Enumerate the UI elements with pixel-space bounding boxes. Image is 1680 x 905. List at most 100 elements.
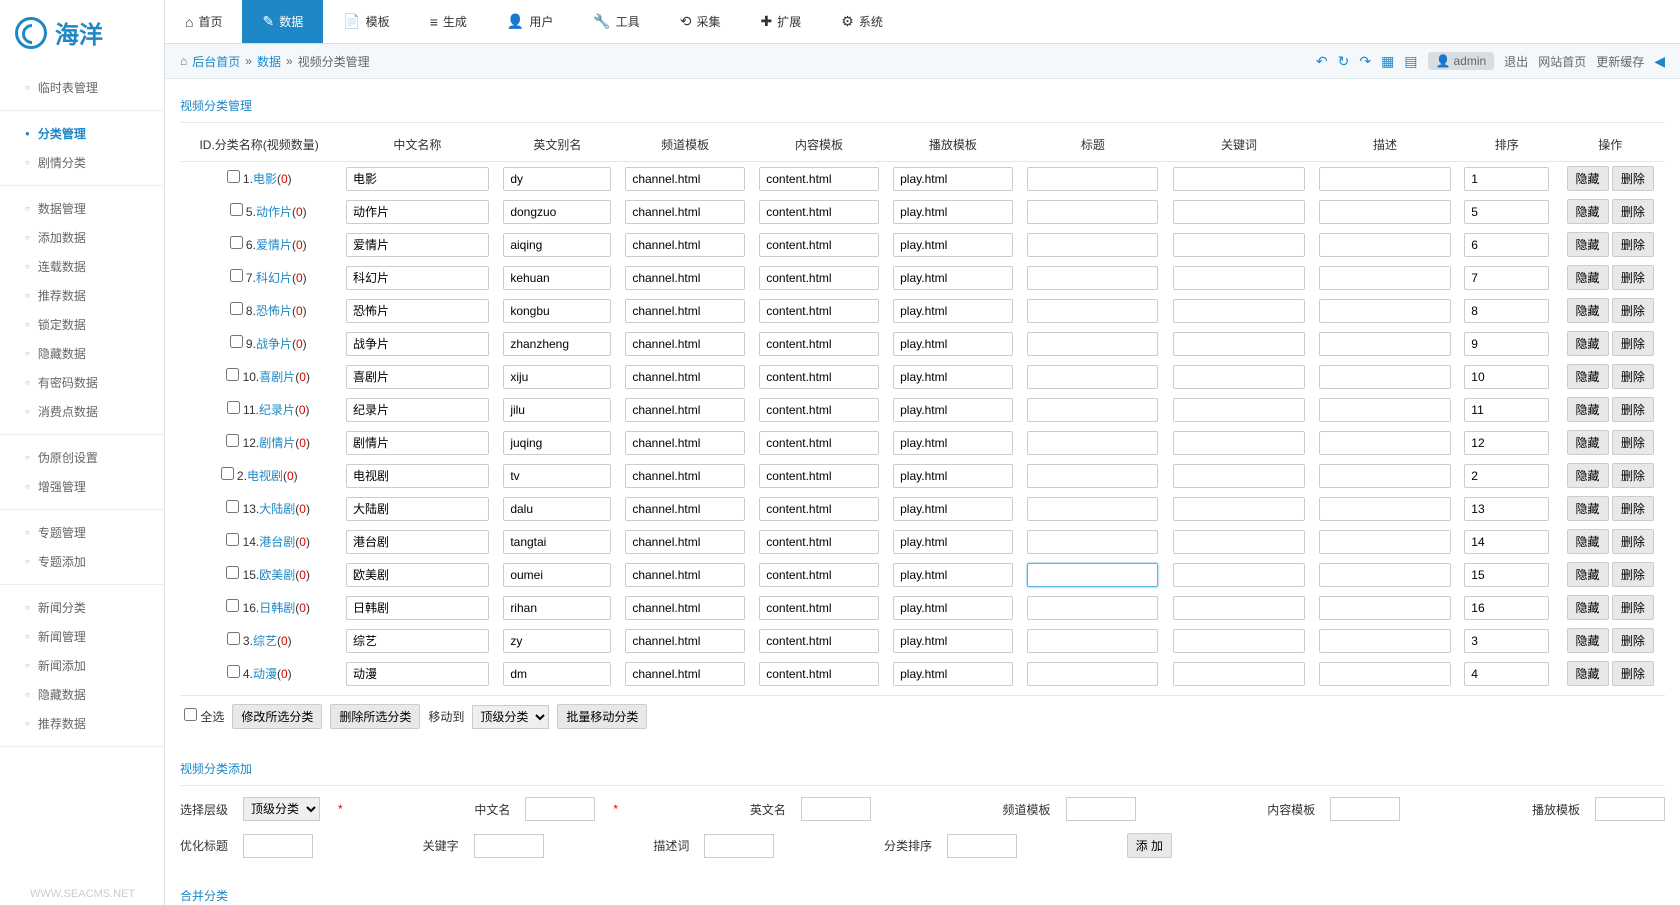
refresh-cache-link[interactable]: 更新缓存 xyxy=(1596,53,1644,70)
hide-button[interactable]: 隐藏 xyxy=(1567,496,1609,521)
category-link[interactable]: 剧情片 xyxy=(259,436,295,450)
cell-input-k[interactable] xyxy=(1173,662,1304,686)
cell-input-pl[interactable] xyxy=(893,299,1013,323)
hide-button[interactable]: 隐藏 xyxy=(1567,166,1609,191)
cell-input-ct[interactable] xyxy=(759,530,879,554)
cell-input-t[interactable] xyxy=(1027,398,1158,422)
hide-button[interactable]: 隐藏 xyxy=(1567,298,1609,323)
row-checkbox[interactable] xyxy=(230,236,243,249)
cell-input-ch[interactable] xyxy=(625,398,745,422)
cell-input-t[interactable] xyxy=(1027,596,1158,620)
sidebar-item[interactable]: 隐藏数据 xyxy=(0,339,164,368)
row-checkbox[interactable] xyxy=(226,500,239,513)
hide-button[interactable]: 隐藏 xyxy=(1567,430,1609,455)
cell-input-d[interactable] xyxy=(1319,332,1450,356)
logout-link[interactable]: 退出 xyxy=(1504,53,1528,70)
cell-input-pl[interactable] xyxy=(893,233,1013,257)
topnav-item-4[interactable]: 👤用户 xyxy=(487,0,573,43)
sidebar-item[interactable]: 新闻分类 xyxy=(0,593,164,622)
category-link[interactable]: 喜剧片 xyxy=(259,370,295,384)
row-checkbox[interactable] xyxy=(230,269,243,282)
cell-input-t[interactable] xyxy=(1027,299,1158,323)
cell-input-d[interactable] xyxy=(1319,596,1450,620)
cell-input-cn[interactable] xyxy=(346,398,489,422)
cell-input-s[interactable] xyxy=(1464,662,1549,686)
add-channel-tpl-input[interactable] xyxy=(1066,797,1136,821)
cell-input-en[interactable] xyxy=(503,233,611,257)
cell-input-s[interactable] xyxy=(1464,596,1549,620)
cell-input-pl[interactable] xyxy=(893,431,1013,455)
sidebar-item[interactable]: 新闻添加 xyxy=(0,651,164,680)
cell-input-pl[interactable] xyxy=(893,563,1013,587)
cell-input-ct[interactable] xyxy=(759,464,879,488)
cell-input-ch[interactable] xyxy=(625,530,745,554)
cell-input-ct[interactable] xyxy=(759,200,879,224)
cell-input-t[interactable] xyxy=(1027,629,1158,653)
cell-input-k[interactable] xyxy=(1173,200,1304,224)
cell-input-cn[interactable] xyxy=(346,596,489,620)
sidebar-item[interactable]: 隐藏数据 xyxy=(0,680,164,709)
cell-input-s[interactable] xyxy=(1464,464,1549,488)
add-desc-input[interactable] xyxy=(704,834,774,858)
level-select[interactable]: 顶级分类 xyxy=(243,797,320,821)
sidebar-item[interactable]: 临时表管理 xyxy=(0,73,164,102)
cell-input-k[interactable] xyxy=(1173,233,1304,257)
cell-input-t[interactable] xyxy=(1027,200,1158,224)
cell-input-ch[interactable] xyxy=(625,431,745,455)
cell-input-pl[interactable] xyxy=(893,398,1013,422)
category-link[interactable]: 综艺 xyxy=(253,634,277,648)
add-title-input[interactable] xyxy=(243,834,313,858)
hide-button[interactable]: 隐藏 xyxy=(1567,628,1609,653)
cell-input-en[interactable] xyxy=(503,431,611,455)
cell-input-pl[interactable] xyxy=(893,662,1013,686)
cell-input-cn[interactable] xyxy=(346,530,489,554)
cell-input-pl[interactable] xyxy=(893,365,1013,389)
topnav-item-3[interactable]: ≡生成 xyxy=(410,0,487,43)
cell-input-ct[interactable] xyxy=(759,398,879,422)
cell-input-en[interactable] xyxy=(503,530,611,554)
row-checkbox[interactable] xyxy=(230,335,243,348)
cell-input-k[interactable] xyxy=(1173,365,1304,389)
add-en-input[interactable] xyxy=(801,797,871,821)
cell-input-cn[interactable] xyxy=(346,266,489,290)
sidebar-item[interactable]: 推荐数据 xyxy=(0,709,164,738)
cell-input-d[interactable] xyxy=(1319,299,1450,323)
batch-move-button[interactable]: 批量移动分类 xyxy=(557,704,647,729)
cell-input-cn[interactable] xyxy=(346,464,489,488)
cell-input-ct[interactable] xyxy=(759,233,879,257)
add-sort-input[interactable] xyxy=(947,834,1017,858)
cell-input-s[interactable] xyxy=(1464,563,1549,587)
bulk-edit-button[interactable]: 修改所选分类 xyxy=(232,704,322,729)
sidebar-item[interactable]: 增强管理 xyxy=(0,472,164,501)
sidebar-item[interactable]: 消费点数据 xyxy=(0,397,164,426)
grid-icon[interactable]: ▤ xyxy=(1404,53,1417,70)
sidebar-item[interactable]: 专题管理 xyxy=(0,518,164,547)
delete-button[interactable]: 删除 xyxy=(1612,331,1654,356)
category-link[interactable]: 港台剧 xyxy=(259,535,295,549)
delete-button[interactable]: 删除 xyxy=(1612,628,1654,653)
category-link[interactable]: 电视剧 xyxy=(247,469,283,483)
delete-button[interactable]: 删除 xyxy=(1612,232,1654,257)
cell-input-cn[interactable] xyxy=(346,662,489,686)
hide-button[interactable]: 隐藏 xyxy=(1567,199,1609,224)
delete-button[interactable]: 删除 xyxy=(1612,298,1654,323)
cell-input-ct[interactable] xyxy=(759,497,879,521)
hide-button[interactable]: 隐藏 xyxy=(1567,331,1609,356)
cell-input-ch[interactable] xyxy=(625,596,745,620)
cell-input-en[interactable] xyxy=(503,200,611,224)
cell-input-pl[interactable] xyxy=(893,167,1013,191)
cell-input-ct[interactable] xyxy=(759,662,879,686)
category-link[interactable]: 恐怖片 xyxy=(256,304,292,318)
cell-input-cn[interactable] xyxy=(346,200,489,224)
row-checkbox[interactable] xyxy=(226,533,239,546)
cell-input-ch[interactable] xyxy=(625,233,745,257)
sidebar-item[interactable]: 连载数据 xyxy=(0,252,164,281)
cell-input-k[interactable] xyxy=(1173,464,1304,488)
hide-button[interactable]: 隐藏 xyxy=(1567,397,1609,422)
cell-input-d[interactable] xyxy=(1319,431,1450,455)
row-checkbox[interactable] xyxy=(230,203,243,216)
cell-input-d[interactable] xyxy=(1319,497,1450,521)
category-link[interactable]: 电影 xyxy=(253,172,277,186)
delete-button[interactable]: 删除 xyxy=(1612,595,1654,620)
cell-input-d[interactable] xyxy=(1319,266,1450,290)
